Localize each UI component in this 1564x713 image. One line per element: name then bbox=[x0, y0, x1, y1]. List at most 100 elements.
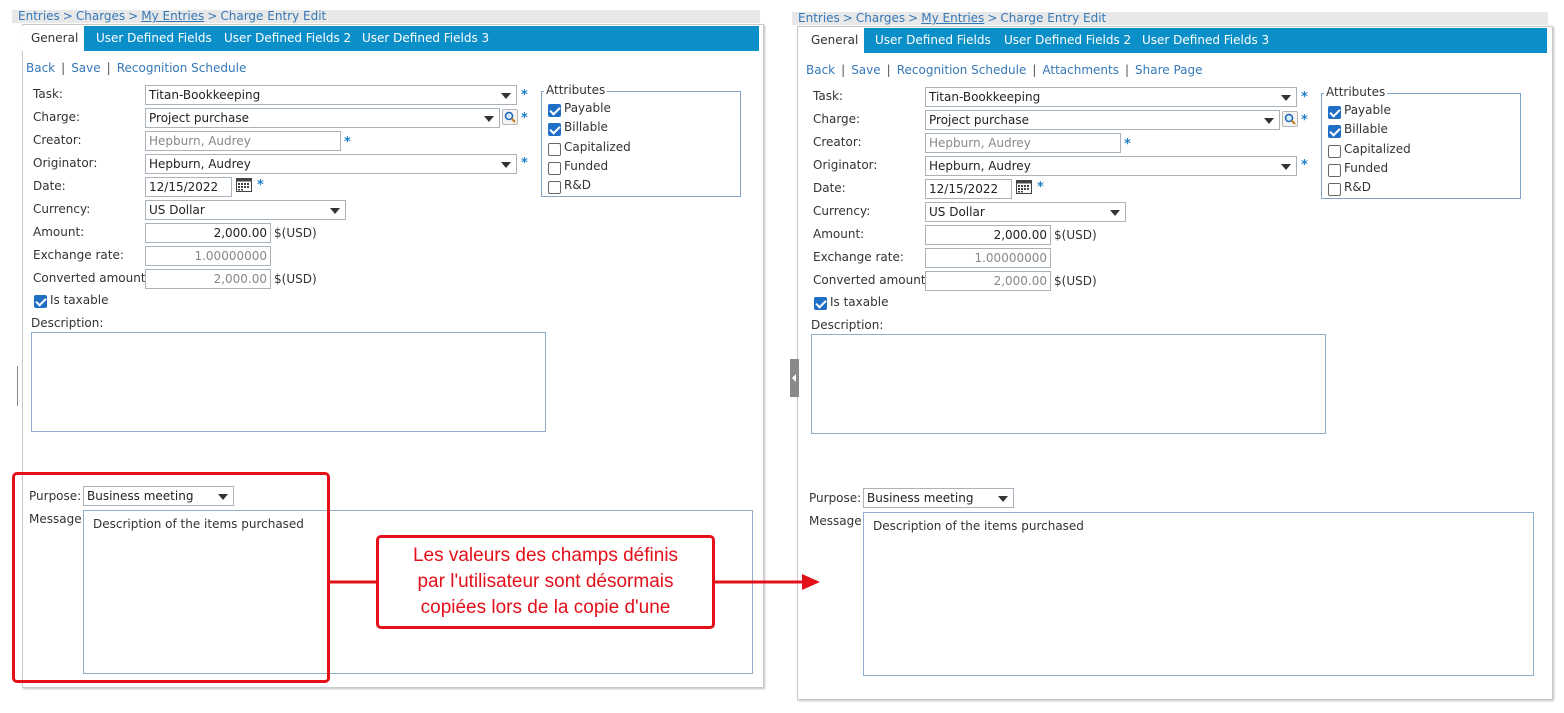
currency-label: Currency: bbox=[33, 202, 91, 216]
recognition-schedule-link[interactable]: Recognition Schedule bbox=[897, 63, 1027, 77]
purpose-label: Purpose: bbox=[809, 491, 862, 505]
required-mark: * bbox=[1301, 158, 1308, 173]
action-links-left: Back | Save | Recognition Schedule bbox=[26, 61, 247, 75]
splitter-handle[interactable] bbox=[790, 359, 799, 397]
breadcrumb-current: Charge Entry Edit bbox=[1000, 11, 1107, 25]
callout-line-2: par l'utilisateur sont désormais bbox=[417, 571, 674, 592]
task-label: Task: bbox=[813, 89, 843, 103]
originator-select[interactable]: Hepburn, Audrey bbox=[925, 156, 1297, 176]
rnd-label: R&D bbox=[1344, 180, 1371, 194]
date-field[interactable]: 12/15/2022 bbox=[925, 179, 1012, 199]
description-label: Description: bbox=[811, 318, 884, 332]
breadcrumb-entries[interactable]: Entries bbox=[798, 11, 840, 25]
charge-select[interactable]: Project purchase bbox=[145, 108, 500, 128]
search-icon[interactable] bbox=[1282, 111, 1298, 127]
breadcrumb-charges[interactable]: Charges bbox=[76, 9, 125, 23]
breadcrumb-charges[interactable]: Charges bbox=[856, 11, 905, 25]
description-label: Description: bbox=[31, 316, 104, 330]
calendar-icon[interactable] bbox=[236, 177, 252, 192]
chevron-down-icon bbox=[1281, 95, 1291, 101]
required-mark: * bbox=[1037, 180, 1044, 195]
attributes-legend: Attributes bbox=[544, 83, 608, 97]
share-page-link[interactable]: Share Page bbox=[1135, 63, 1203, 77]
breadcrumb-right: Entries > Charges > My Entries > Charge Entry … bbox=[798, 11, 1107, 25]
converted-amount-field[interactable]: 2,000.00 bbox=[145, 269, 271, 289]
required-mark: * bbox=[344, 135, 351, 150]
amount-field[interactable]: 2,000.00 bbox=[145, 223, 271, 243]
breadcrumb-my-entries[interactable]: My Entries bbox=[141, 9, 204, 23]
tab-general[interactable]: General bbox=[22, 26, 84, 51]
chevron-down-icon bbox=[484, 116, 494, 122]
callout-text: Les valeurs des champs définis par l'uti… bbox=[379, 543, 712, 621]
rnd-label: R&D bbox=[564, 178, 591, 192]
tab-user-defined-fields-3[interactable]: User Defined Fields 3 bbox=[362, 26, 489, 51]
creator-field[interactable]: Hepburn, Audrey bbox=[145, 131, 341, 151]
tab-general[interactable]: General bbox=[802, 28, 864, 53]
converted-amount-label: Converted amount: bbox=[33, 271, 150, 285]
description-textarea[interactable] bbox=[31, 332, 546, 432]
billable-checkbox[interactable] bbox=[548, 123, 561, 136]
search-icon[interactable] bbox=[502, 109, 518, 125]
attachments-link[interactable]: Attachments bbox=[1042, 63, 1119, 77]
payable-checkbox[interactable] bbox=[548, 104, 561, 117]
capitalized-label: Capitalized bbox=[564, 140, 631, 154]
payable-checkbox[interactable] bbox=[1328, 106, 1341, 119]
capitalized-label: Capitalized bbox=[1344, 142, 1411, 156]
calendar-icon[interactable] bbox=[1016, 179, 1032, 194]
currency-label: Currency: bbox=[813, 204, 871, 218]
breadcrumb-entries[interactable]: Entries bbox=[18, 9, 60, 23]
message-label: Message bbox=[809, 514, 862, 528]
required-mark: * bbox=[257, 178, 264, 193]
tab-user-defined-fields-3[interactable]: User Defined Fields 3 bbox=[1142, 28, 1269, 53]
tab-user-defined-fields-2[interactable]: User Defined Fields 2 bbox=[224, 26, 351, 51]
converted-amount-field[interactable]: 2,000.00 bbox=[925, 271, 1051, 291]
save-link[interactable]: Save bbox=[851, 63, 880, 77]
purpose-select[interactable]: Business meeting bbox=[863, 488, 1014, 508]
task-select[interactable]: Titan-Bookkeeping bbox=[925, 87, 1297, 107]
tab-user-defined-fields-2[interactable]: User Defined Fields 2 bbox=[1004, 28, 1131, 53]
breadcrumb-current: Charge Entry Edit bbox=[220, 9, 327, 23]
creator-field[interactable]: Hepburn, Audrey bbox=[925, 133, 1121, 153]
amount-label: Amount: bbox=[33, 225, 85, 239]
is-taxable-label: Is taxable bbox=[50, 293, 109, 307]
tab-user-defined-fields[interactable]: User Defined Fields bbox=[96, 26, 212, 51]
breadcrumb-my-entries[interactable]: My Entries bbox=[921, 11, 984, 25]
required-mark: * bbox=[1301, 113, 1308, 128]
is-taxable-checkbox[interactable] bbox=[34, 295, 47, 308]
funded-checkbox[interactable] bbox=[1328, 164, 1341, 177]
action-links-right: Back | Save | Recognition Schedule | Attachmen… bbox=[806, 63, 1203, 77]
task-select[interactable]: Titan-Bookkeeping bbox=[145, 85, 517, 105]
chevron-down-icon bbox=[501, 162, 511, 168]
back-link[interactable]: Back bbox=[26, 61, 55, 75]
converted-unit: $(USD) bbox=[274, 272, 317, 286]
message-textarea[interactable] bbox=[863, 512, 1534, 676]
save-link[interactable]: Save bbox=[71, 61, 100, 75]
charge-select[interactable]: Project purchase bbox=[925, 110, 1280, 130]
is-taxable-label: Is taxable bbox=[830, 295, 889, 309]
funded-label: Funded bbox=[1344, 161, 1389, 175]
capitalized-checkbox[interactable] bbox=[1328, 145, 1341, 158]
tab-user-defined-fields[interactable]: User Defined Fields bbox=[875, 28, 991, 53]
chevron-down-icon bbox=[1264, 118, 1274, 124]
originator-select[interactable]: Hepburn, Audrey bbox=[145, 154, 517, 174]
funded-checkbox[interactable] bbox=[548, 162, 561, 175]
rnd-checkbox[interactable] bbox=[548, 181, 561, 194]
currency-select[interactable]: US Dollar bbox=[145, 200, 346, 220]
is-taxable-checkbox[interactable] bbox=[814, 297, 827, 310]
billable-checkbox[interactable] bbox=[1328, 125, 1341, 138]
capitalized-checkbox[interactable] bbox=[548, 143, 561, 156]
recognition-schedule-link[interactable]: Recognition Schedule bbox=[117, 61, 247, 75]
exchange-rate-field[interactable]: 1.00000000 bbox=[925, 248, 1051, 268]
rnd-checkbox[interactable] bbox=[1328, 183, 1341, 196]
date-field[interactable]: 12/15/2022 bbox=[145, 177, 232, 197]
callout-line-1: Les valeurs des champs définis bbox=[412, 545, 679, 566]
currency-select[interactable]: US Dollar bbox=[925, 202, 1126, 222]
exchange-rate-field[interactable]: 1.00000000 bbox=[145, 246, 271, 266]
amount-label: Amount: bbox=[813, 227, 865, 241]
exchange-rate-label: Exchange rate: bbox=[33, 248, 124, 262]
charge-label: Charge: bbox=[813, 112, 861, 126]
back-link[interactable]: Back bbox=[806, 63, 835, 77]
attributes-legend: Attributes bbox=[1324, 85, 1388, 99]
amount-field[interactable]: 2,000.00 bbox=[925, 225, 1051, 245]
description-textarea[interactable] bbox=[811, 334, 1326, 434]
